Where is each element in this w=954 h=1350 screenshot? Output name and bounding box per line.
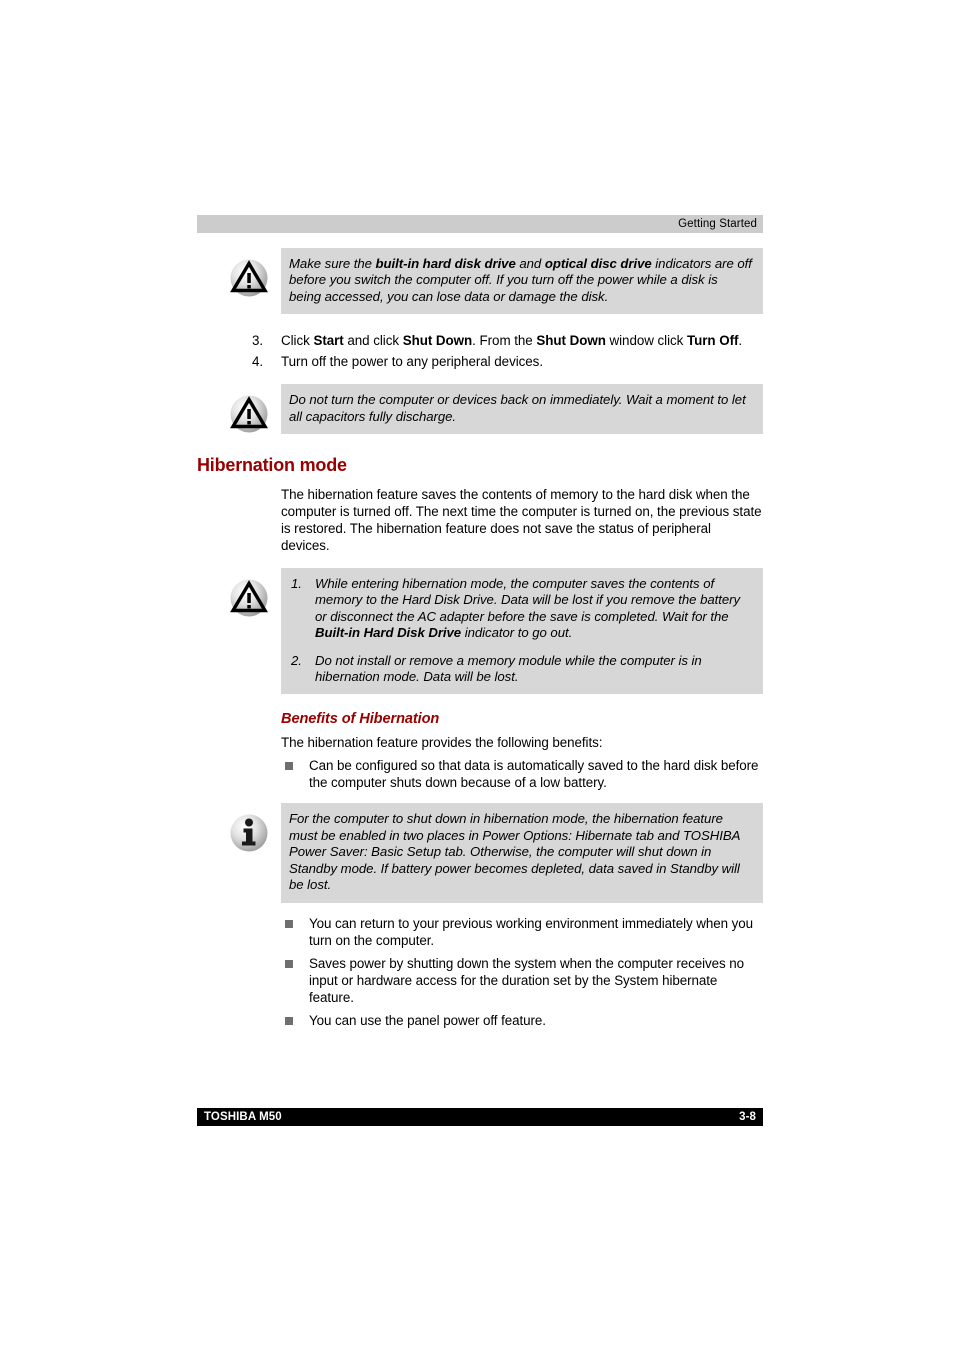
manual-page: Getting Started Make sure the built-in h…	[197, 0, 763, 1350]
step-number: 4.	[252, 354, 264, 370]
benefits-bullet-list-top: Can be configured so that data is automa…	[281, 757, 763, 791]
step-text-part: .	[738, 333, 743, 349]
note-text-bold: Built-in Hard Disk Drive	[315, 625, 462, 641]
note-text-part: Make sure the	[289, 256, 376, 271]
caution-note-text: Make sure the built-in hard disk drive a…	[289, 256, 753, 305]
step-text-bold: Turn Off	[686, 333, 739, 349]
info-note-body: For the computer to shut down in hiberna…	[281, 803, 763, 903]
bullet-square-icon	[285, 919, 293, 928]
list-item: 1. While entering hibernation mode, the c…	[289, 576, 753, 642]
list-item: You can return to your previous working …	[281, 915, 763, 949]
list-item: 3. Click Start and click Shut Down. From …	[248, 332, 763, 349]
bullet-text: Can be configured so that data is automa…	[309, 758, 759, 791]
info-i-icon	[228, 812, 270, 854]
running-header: Getting Started	[197, 215, 763, 233]
info-note-power-options: For the computer to shut down in hiberna…	[197, 803, 763, 903]
page-content: Make sure the built-in hard disk drive a…	[197, 248, 763, 1029]
step-text-bold: Shut Down	[402, 333, 473, 349]
bullet-square-icon	[285, 762, 293, 771]
warning-triangle-icon	[228, 257, 270, 299]
note-item-number: 2.	[291, 652, 302, 668]
step-text-part: . From the	[472, 333, 537, 349]
bullet-square-icon	[285, 1016, 293, 1025]
page-title-hibernation-mode: Hibernation mode	[197, 455, 347, 476]
list-item: Can be configured so that data is automa…	[281, 757, 763, 791]
benefits-bullet-list-bottom: You can return to your previous working …	[281, 915, 763, 1029]
benefits-intro: The hibernation feature provides the fol…	[281, 735, 603, 751]
note-item-number: 1.	[291, 576, 302, 592]
hibernation-mode-intro: The hibernation feature saves the conten…	[281, 487, 762, 554]
note-text-part: Do not install or remove a memory module…	[315, 652, 702, 685]
step-number: 3.	[252, 333, 264, 349]
bullet-text: You can use the panel power off feature.	[309, 1012, 546, 1028]
bullet-text: Saves power by shutting down the system …	[309, 955, 745, 1005]
caution-note-body: Do not turn the computer or devices back…	[281, 384, 763, 435]
list-item: 2. Do not install or remove a memory modu…	[289, 653, 753, 686]
list-item: Saves power by shutting down the system …	[281, 955, 763, 1006]
note-text-bold: built-in hard disk drive	[375, 256, 516, 271]
caution-note-body: Make sure the built-in hard disk drive a…	[281, 248, 763, 315]
footer-page-number: 3-8	[739, 1111, 756, 1123]
warning-triangle-icon	[228, 393, 270, 435]
bullet-text: You can return to your previous working …	[309, 915, 754, 948]
note-text-part: indicator to go out.	[461, 625, 573, 641]
list-item: 4. Turn off the power to any peripheral d…	[248, 353, 763, 370]
caution-note-list: 1. While entering hibernation mode, the c…	[289, 576, 753, 685]
chapter-title: Getting Started	[678, 218, 757, 230]
step-text-part: and click	[343, 333, 403, 349]
caution-note-text: Do not turn the computer or devices back…	[289, 392, 746, 424]
caution-note-disk-indicators: Make sure the built-in hard disk drive a…	[197, 248, 763, 315]
shutdown-steps-list: 3. Click Start and click Shut Down. From …	[197, 332, 763, 370]
caution-note-hibernation: 1. While entering hibernation mode, the c…	[197, 568, 763, 695]
step-text-part: Turn off the power to any peripheral dev…	[281, 354, 543, 370]
footer-product-name: TOSHIBA M50	[204, 1111, 282, 1123]
caution-note-body: 1. While entering hibernation mode, the c…	[281, 568, 763, 695]
note-text-part: While entering hibernation mode, the com…	[315, 576, 741, 624]
step-text-bold: Start	[313, 333, 344, 349]
note-text-bold: optical disc drive	[544, 256, 652, 271]
page-footer: TOSHIBA M50 3-8	[197, 1108, 763, 1126]
step-text-bold: Shut Down	[536, 333, 606, 349]
caution-note-capacitors: Do not turn the computer or devices back…	[197, 384, 763, 435]
warning-triangle-icon	[228, 577, 270, 619]
bullet-square-icon	[285, 959, 293, 968]
subheading-benefits-of-hibernation: Benefits of Hibernation	[281, 711, 440, 728]
info-note-text: For the computer to shut down in hiberna…	[289, 811, 740, 893]
step-text-part: window click	[605, 333, 687, 349]
list-item: You can use the panel power off feature.	[281, 1012, 763, 1029]
note-text-part: and	[515, 256, 545, 271]
step-text-part: Click	[281, 333, 314, 349]
